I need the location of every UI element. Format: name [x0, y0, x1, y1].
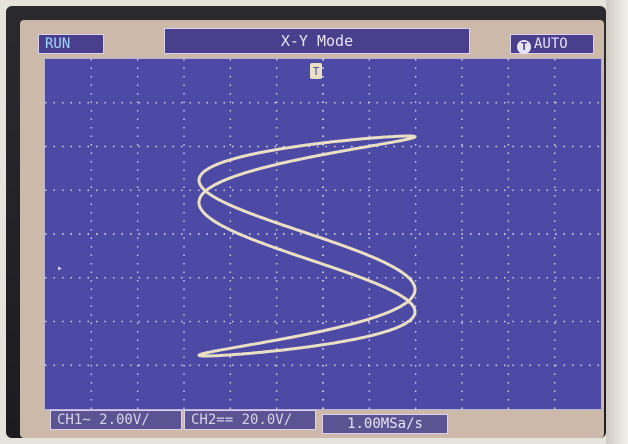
channel2-scale[interactable]: CH2== 20.0V/ [184, 410, 316, 430]
sample-rate-display: 1.00MSa/s [322, 414, 448, 434]
xy-plot-svg: T [45, 59, 601, 409]
xy-trace [197, 134, 417, 358]
oscilloscope-bezel: RUN X-Y Mode T AUTO T ▸ CH1~ 2.00V/ CH2==… [6, 6, 606, 438]
channel1-scale[interactable]: CH1~ 2.00V/ [50, 410, 182, 430]
trigger-mode-status[interactable]: T AUTO [510, 34, 594, 54]
trigger-position-icon: T [310, 63, 322, 79]
mode-title: X-Y Mode [164, 28, 470, 54]
graticule [45, 59, 601, 409]
trigger-mode-label: AUTO [534, 36, 568, 52]
trigger-position-glyph: T [313, 65, 320, 78]
ground-marker-icon: ▸ [57, 263, 64, 274]
oscilloscope-case [606, 0, 628, 444]
trigger-icon: T [517, 40, 531, 54]
oscilloscope-screen: RUN X-Y Mode T AUTO T ▸ CH1~ 2.00V/ CH2==… [20, 20, 604, 438]
xy-plot-area: T ▸ [44, 58, 602, 410]
run-status[interactable]: RUN [38, 34, 104, 54]
